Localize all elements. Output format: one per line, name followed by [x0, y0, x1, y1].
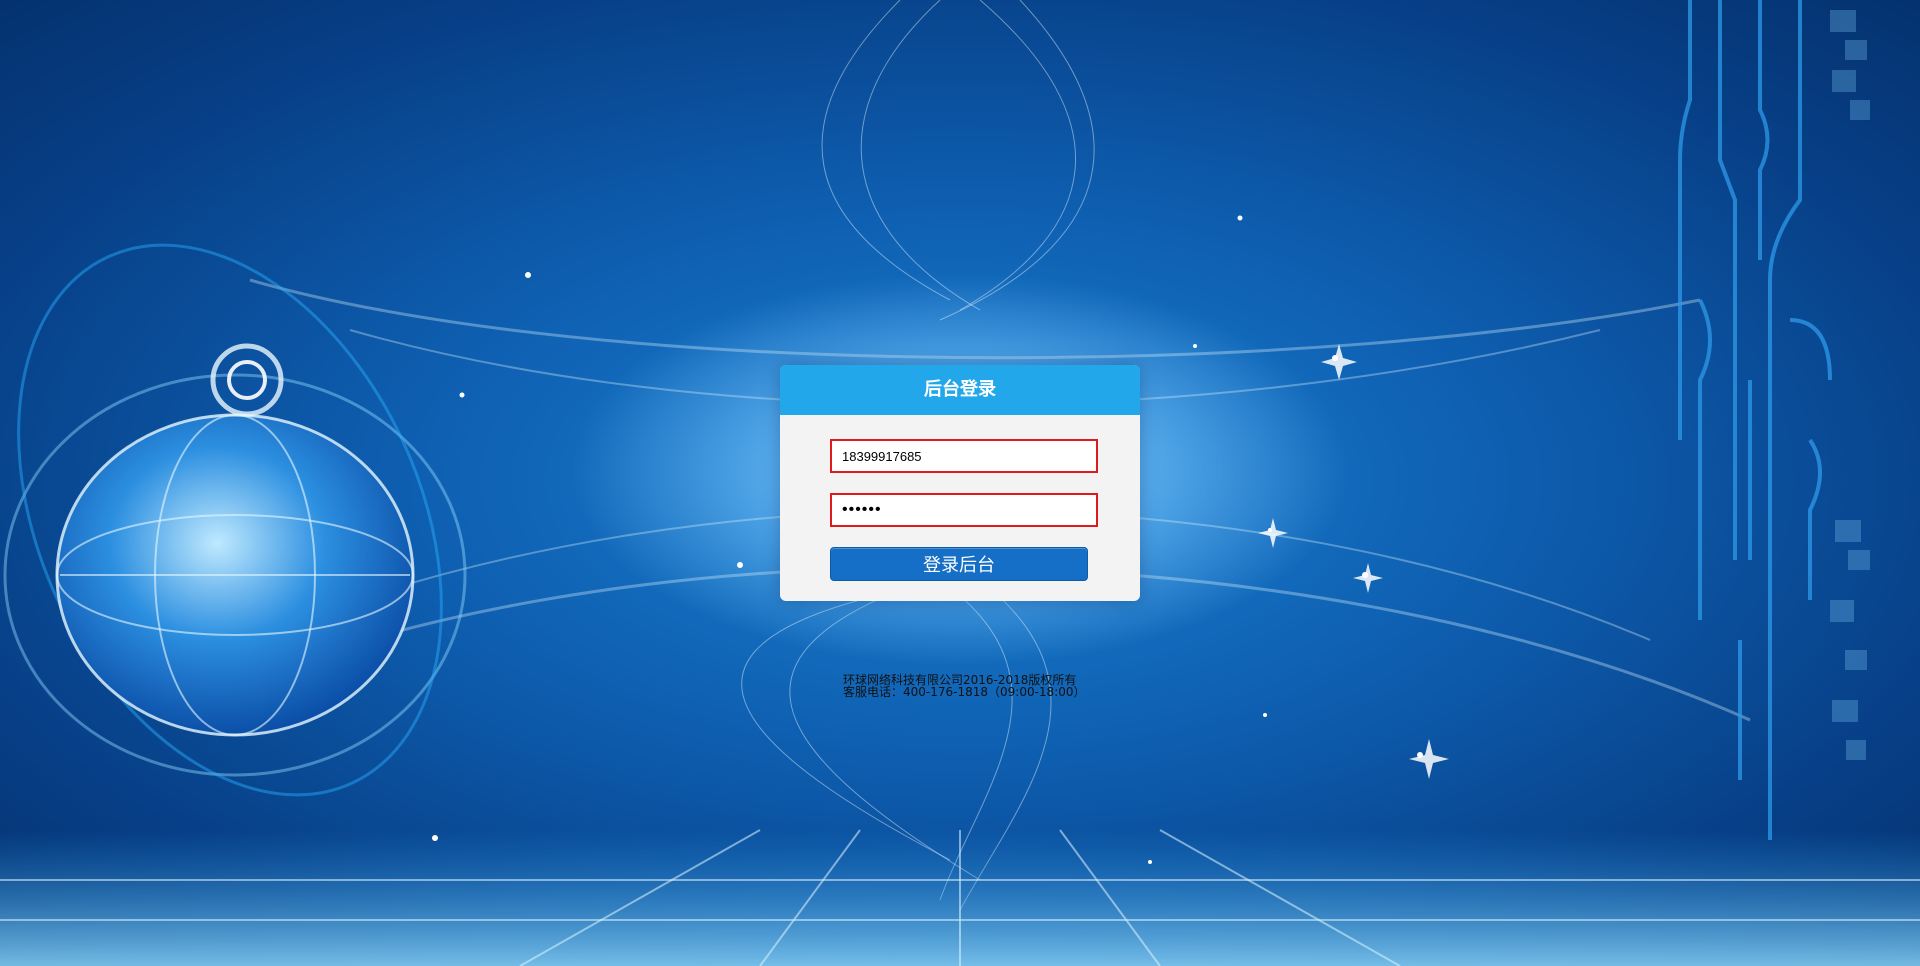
- login-title: 后台登录: [780, 365, 1140, 415]
- login-panel: 后台登录 登录后台: [780, 365, 1140, 601]
- grid-floor: [0, 829, 1920, 966]
- login-submit-button[interactable]: 登录后台: [830, 547, 1088, 581]
- footer-hotline: 客服电话：400-176-1818（09:00-18:00）: [843, 685, 1086, 699]
- footer-info: 环球网络科技有限公司2016-2018版权所有 客服电话：400-176-181…: [843, 674, 1086, 699]
- username-input[interactable]: [830, 439, 1098, 473]
- password-input[interactable]: [830, 493, 1098, 527]
- pixel-blocks-decoration: [1830, 10, 1870, 760]
- globe-illustration: [3, 243, 467, 797]
- circuit-lines-decoration: [1678, 0, 1832, 840]
